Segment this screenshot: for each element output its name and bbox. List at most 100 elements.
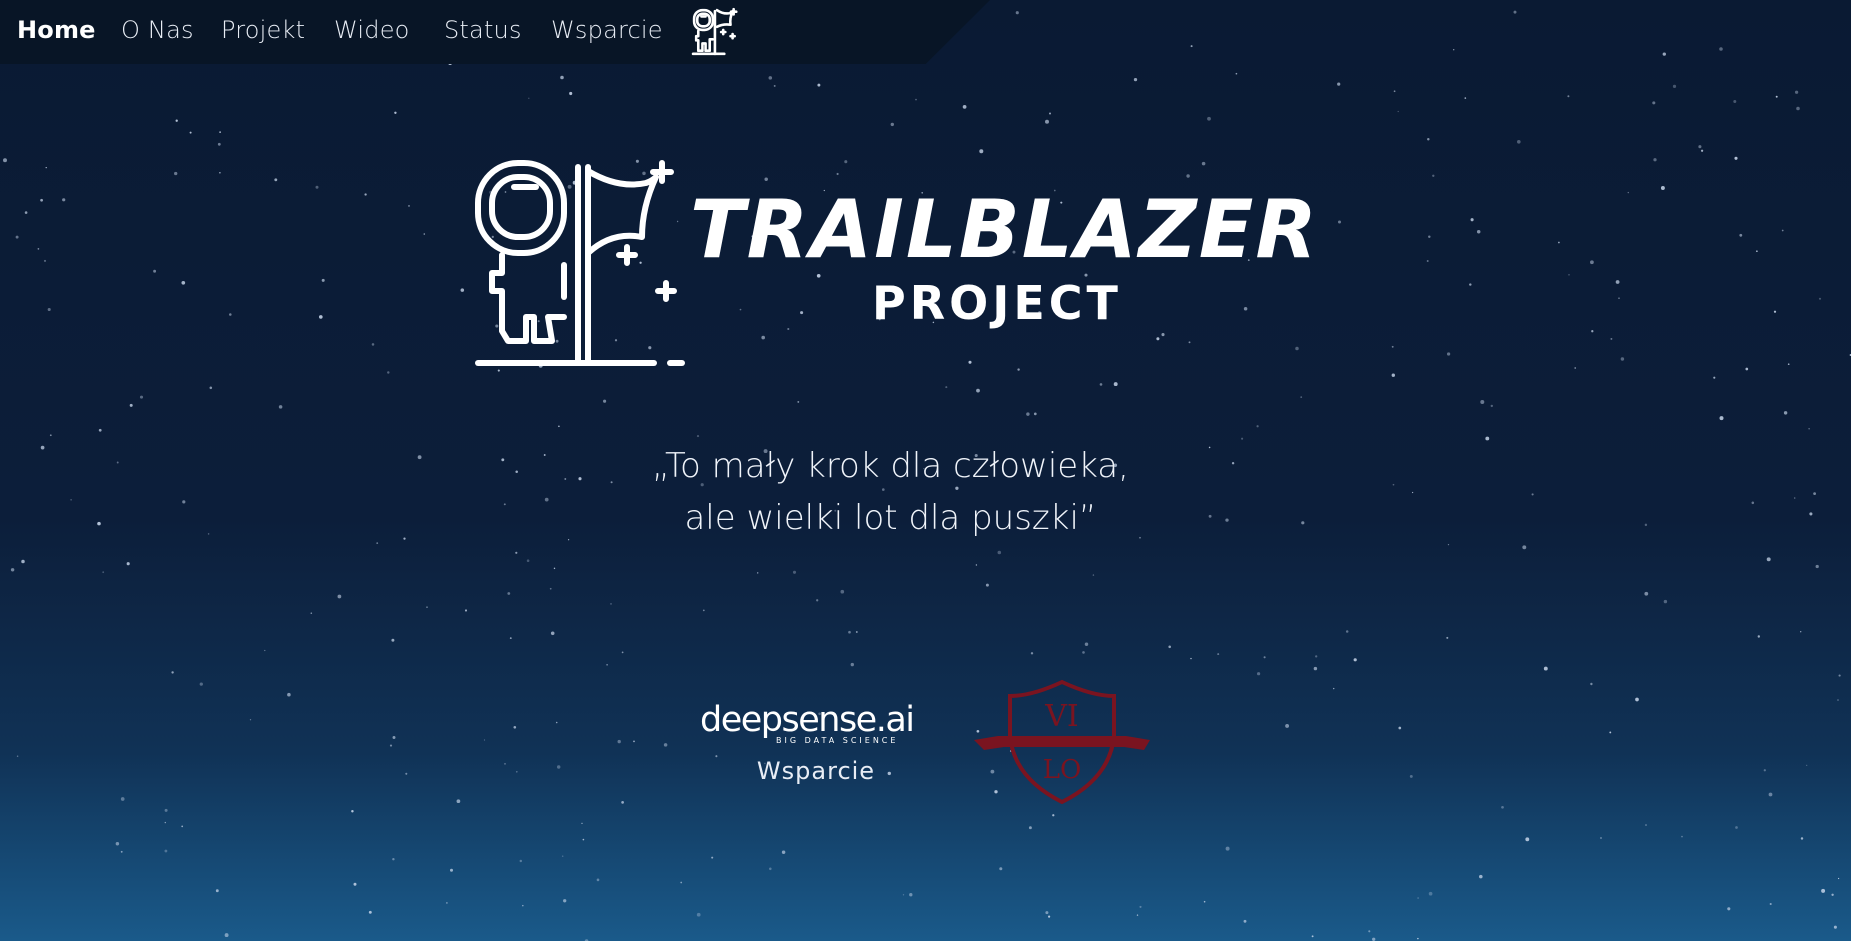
star bbox=[550, 631, 555, 636]
star bbox=[757, 572, 759, 574]
nav-projekt[interactable]: Projekt bbox=[221, 16, 305, 44]
star bbox=[49, 434, 52, 437]
star bbox=[405, 772, 408, 775]
star bbox=[1225, 846, 1230, 851]
star bbox=[850, 662, 854, 667]
star bbox=[1243, 919, 1247, 923]
star bbox=[1235, 72, 1238, 75]
star bbox=[1397, 110, 1399, 113]
star bbox=[1833, 925, 1837, 929]
star bbox=[617, 739, 621, 744]
star bbox=[460, 288, 465, 292]
star bbox=[1417, 937, 1419, 940]
star bbox=[274, 178, 278, 182]
school-crest-top: VI bbox=[1044, 699, 1079, 734]
star bbox=[364, 193, 367, 196]
star bbox=[1393, 90, 1396, 93]
school-crest-logo[interactable]: VI LO bbox=[972, 678, 1152, 804]
star bbox=[1469, 283, 1472, 286]
star bbox=[153, 269, 157, 273]
star bbox=[139, 395, 144, 399]
star bbox=[696, 435, 700, 438]
star bbox=[1300, 396, 1303, 398]
star bbox=[999, 867, 1003, 871]
star bbox=[1203, 900, 1206, 903]
star bbox=[423, 233, 426, 235]
nav-home[interactable]: Home bbox=[17, 16, 96, 44]
star bbox=[558, 425, 560, 428]
star bbox=[1513, 10, 1517, 14]
star bbox=[1733, 100, 1737, 103]
star bbox=[264, 649, 266, 652]
deepsense-logo[interactable]: deepsense.ai BIG DATA SCIENCE bbox=[700, 697, 936, 745]
star bbox=[1048, 915, 1051, 918]
star bbox=[792, 570, 797, 574]
star bbox=[844, 160, 848, 164]
star bbox=[351, 809, 354, 813]
star bbox=[1769, 902, 1772, 906]
star bbox=[1084, 642, 1089, 646]
star bbox=[621, 651, 624, 654]
star bbox=[1787, 363, 1790, 366]
support-label[interactable]: Wsparcie bbox=[700, 757, 932, 785]
star bbox=[848, 630, 851, 634]
star bbox=[816, 599, 819, 602]
star bbox=[1133, 77, 1138, 82]
star bbox=[663, 743, 668, 747]
star bbox=[164, 849, 168, 853]
star bbox=[1333, 687, 1335, 690]
astronaut-flag-icon[interactable] bbox=[690, 6, 744, 58]
star bbox=[1734, 156, 1738, 160]
nav-status[interactable]: Status bbox=[444, 16, 522, 44]
star bbox=[563, 899, 567, 903]
star bbox=[800, 311, 804, 315]
star bbox=[1672, 84, 1677, 89]
star bbox=[1815, 564, 1819, 569]
star bbox=[387, 371, 390, 374]
star bbox=[1337, 82, 1341, 86]
star bbox=[1775, 95, 1778, 98]
star bbox=[1727, 907, 1731, 911]
star bbox=[515, 770, 518, 773]
star bbox=[975, 564, 978, 566]
star bbox=[1590, 260, 1594, 265]
star bbox=[1590, 682, 1593, 686]
star bbox=[1256, 425, 1259, 428]
nav-wsparcie[interactable]: Wsparcie bbox=[551, 16, 663, 44]
quote-line-1: „To mały krok dla człowieka, bbox=[652, 446, 1129, 486]
star bbox=[1719, 47, 1723, 51]
nav-o-nas[interactable]: O Nas bbox=[121, 16, 194, 44]
star bbox=[702, 609, 705, 612]
star bbox=[528, 97, 530, 99]
star bbox=[45, 166, 47, 169]
quote-line-2: ale wielki lot dla puszki” bbox=[684, 498, 1097, 538]
star bbox=[1700, 149, 1704, 152]
star bbox=[217, 142, 221, 146]
star bbox=[426, 606, 428, 608]
star bbox=[3, 158, 7, 163]
star bbox=[1188, 341, 1191, 344]
star bbox=[1082, 651, 1085, 654]
star bbox=[1618, 297, 1620, 299]
top-navigation: Home O Nas Projekt Wideo Status Wsparcie bbox=[0, 0, 990, 64]
star bbox=[1783, 411, 1788, 415]
star bbox=[797, 400, 800, 403]
star bbox=[761, 335, 765, 340]
star bbox=[1446, 636, 1449, 639]
star bbox=[408, 205, 410, 207]
nav-wideo[interactable]: Wideo bbox=[334, 16, 410, 44]
star bbox=[1635, 697, 1639, 702]
star bbox=[1049, 112, 1051, 115]
star bbox=[219, 131, 221, 133]
star bbox=[120, 797, 125, 801]
star bbox=[787, 327, 790, 331]
star bbox=[1045, 119, 1049, 124]
star bbox=[1660, 186, 1665, 190]
star bbox=[171, 671, 174, 674]
star bbox=[1745, 367, 1749, 371]
star bbox=[353, 882, 357, 886]
star bbox=[16, 755, 19, 757]
star bbox=[556, 765, 561, 769]
star bbox=[513, 725, 517, 729]
star bbox=[1681, 835, 1683, 838]
